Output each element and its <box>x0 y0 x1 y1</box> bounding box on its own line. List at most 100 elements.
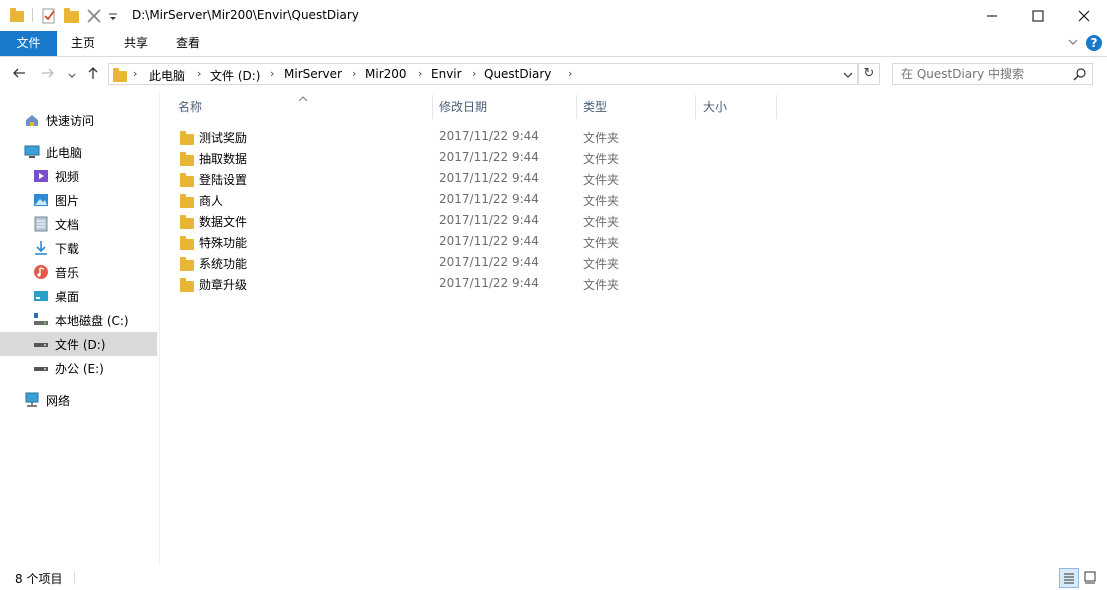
desktop-icon <box>33 288 49 304</box>
maximize-button[interactable] <box>1015 0 1061 31</box>
file-name: 商人 <box>199 194 224 208</box>
breadcrumb-drive-d[interactable]: 文件 (D:) <box>210 67 260 84</box>
table-row[interactable]: 数据文件 2017/11/22 9:44 文件夹 <box>176 210 776 231</box>
sidebar-item-label: 快速访问 <box>46 113 95 128</box>
customize-quick-access-icon[interactable] <box>108 8 124 22</box>
sidebar-item-label: 办公 (E:) <box>55 361 104 376</box>
file-type: 文件夹 <box>583 257 620 271</box>
star-icon <box>24 112 40 128</box>
column-divider[interactable] <box>695 95 696 119</box>
file-type: 文件夹 <box>583 173 620 187</box>
breadcrumb-separator[interactable]: › <box>472 67 476 80</box>
status-bar: 8 个项目 <box>0 565 1107 590</box>
properties-icon[interactable] <box>41 8 57 24</box>
tab-home[interactable]: 主页 <box>60 31 106 56</box>
file-modified: 2017/11/22 9:44 <box>439 192 539 206</box>
address-dropdown-icon[interactable] <box>843 69 853 83</box>
column-divider[interactable] <box>776 95 777 119</box>
table-row[interactable]: 测试奖励 2017/11/22 9:44 文件夹 <box>176 126 776 147</box>
breadcrumb-separator[interactable]: › <box>133 67 137 80</box>
minimize-button[interactable] <box>969 0 1015 31</box>
breadcrumb-questdiary[interactable]: QuestDiary <box>484 67 551 81</box>
file-type: 文件夹 <box>583 131 620 145</box>
column-divider[interactable] <box>432 95 433 119</box>
sidebar-item-pictures[interactable]: 图片 <box>0 188 157 212</box>
sidebar-item-music[interactable]: 音乐 <box>0 260 157 284</box>
table-row[interactable]: 登陆设置 2017/11/22 9:44 文件夹 <box>176 168 776 189</box>
sidebar-item-videos[interactable]: 视频 <box>0 164 157 188</box>
sidebar-item-label: 文件 (D:) <box>55 337 106 352</box>
file-name: 登陆设置 <box>199 173 248 187</box>
address-bar[interactable]: › 此电脑 › 文件 (D:) › MirServer › Mir200 › E… <box>108 63 858 85</box>
refresh-button[interactable]: ↻ <box>858 63 880 85</box>
table-row[interactable]: 系统功能 2017/11/22 9:44 文件夹 <box>176 252 776 273</box>
sidebar-item-quick-access[interactable]: 快速访问 <box>0 108 157 132</box>
file-type: 文件夹 <box>583 152 620 166</box>
table-row[interactable]: 商人 2017/11/22 9:44 文件夹 <box>176 189 776 210</box>
new-folder-icon[interactable] <box>64 8 80 23</box>
tab-file[interactable]: 文件 <box>0 31 57 56</box>
sidebar-item-drive-c[interactable]: 本地磁盘 (C:) <box>0 308 157 332</box>
sidebar-item-this-pc[interactable]: 此电脑 <box>0 140 157 164</box>
breadcrumb-envir[interactable]: Envir <box>431 67 462 81</box>
sidebar-item-documents[interactable]: 文档 <box>0 212 157 236</box>
tab-view[interactable]: 查看 <box>165 31 211 56</box>
file-type: 文件夹 <box>583 278 620 292</box>
sidebar-item-network[interactable]: 网络 <box>0 388 157 412</box>
search-icon[interactable] <box>1073 67 1087 84</box>
file-modified: 2017/11/22 9:44 <box>439 276 539 290</box>
drive-icon <box>33 336 49 352</box>
column-header-size[interactable]: 大小 <box>703 95 773 119</box>
column-header-name[interactable]: 名称 <box>178 95 428 119</box>
sidebar-item-desktop[interactable]: 桌面 <box>0 284 157 308</box>
download-icon <box>33 240 49 256</box>
file-list: 名称 修改日期 类型 大小 测试奖励 2017/11/22 9:44 文件夹 抽… <box>160 91 1107 565</box>
navigation-pane: 快速访问 此电脑 视频 图片 文档 下载 音乐 桌面 本地磁盘 (C:) 文件 … <box>0 91 160 565</box>
sidebar-item-label: 此电脑 <box>46 145 83 160</box>
file-name: 系统功能 <box>199 257 248 271</box>
divider <box>74 571 75 585</box>
up-arrow-icon[interactable] <box>86 66 100 83</box>
column-header-modified[interactable]: 修改日期 <box>439 95 574 119</box>
breadcrumb-separator[interactable]: › <box>568 67 572 80</box>
sidebar-item-downloads[interactable]: 下载 <box>0 236 157 260</box>
tab-share[interactable]: 共享 <box>113 31 159 56</box>
breadcrumb-mir200[interactable]: Mir200 <box>365 67 407 81</box>
breadcrumb-separator[interactable]: › <box>197 67 201 80</box>
column-header-type[interactable]: 类型 <box>583 95 693 119</box>
table-row[interactable]: 特殊功能 2017/11/22 9:44 文件夹 <box>176 231 776 252</box>
forward-arrow-icon[interactable] <box>41 66 55 83</box>
breadcrumb-this-pc[interactable]: 此电脑 <box>149 67 185 84</box>
close-button[interactable] <box>1061 0 1107 31</box>
breadcrumb-mirserver[interactable]: MirServer <box>284 67 342 81</box>
network-icon <box>24 392 40 408</box>
folder-icon <box>10 8 26 22</box>
ribbon-tabs: 文件 主页 共享 查看 ? <box>0 31 1107 57</box>
picture-icon <box>33 192 49 208</box>
breadcrumb-separator[interactable]: › <box>270 67 274 80</box>
delete-icon[interactable] <box>86 8 102 23</box>
ribbon-collapse-icon[interactable] <box>1067 36 1079 51</box>
item-count: 8 个项目 <box>15 572 63 586</box>
details-view-button[interactable] <box>1059 568 1079 588</box>
large-icons-view-button[interactable] <box>1081 568 1101 588</box>
address-row: › 此电脑 › 文件 (D:) › MirServer › Mir200 › E… <box>0 57 1107 91</box>
sidebar-item-drive-d[interactable]: 文件 (D:) <box>0 332 157 356</box>
table-row[interactable]: 勋章升级 2017/11/22 9:44 文件夹 <box>176 273 776 294</box>
column-divider[interactable] <box>576 95 577 119</box>
recent-locations-icon[interactable] <box>67 69 77 84</box>
sidebar-item-drive-e[interactable]: 办公 (E:) <box>0 356 157 380</box>
file-name: 抽取数据 <box>199 152 248 166</box>
breadcrumb-separator[interactable]: › <box>418 67 422 80</box>
search-box[interactable] <box>892 63 1093 85</box>
file-modified: 2017/11/22 9:44 <box>439 129 539 143</box>
table-row[interactable]: 抽取数据 2017/11/22 9:44 文件夹 <box>176 147 776 168</box>
music-icon <box>33 264 49 280</box>
help-icon[interactable]: ? <box>1086 35 1102 51</box>
file-modified: 2017/11/22 9:44 <box>439 255 539 269</box>
breadcrumb-separator[interactable]: › <box>352 67 356 80</box>
back-arrow-icon[interactable] <box>12 66 26 83</box>
sidebar-item-label: 文档 <box>55 217 80 232</box>
sidebar-item-label: 网络 <box>46 393 71 408</box>
search-input[interactable] <box>901 67 1061 81</box>
